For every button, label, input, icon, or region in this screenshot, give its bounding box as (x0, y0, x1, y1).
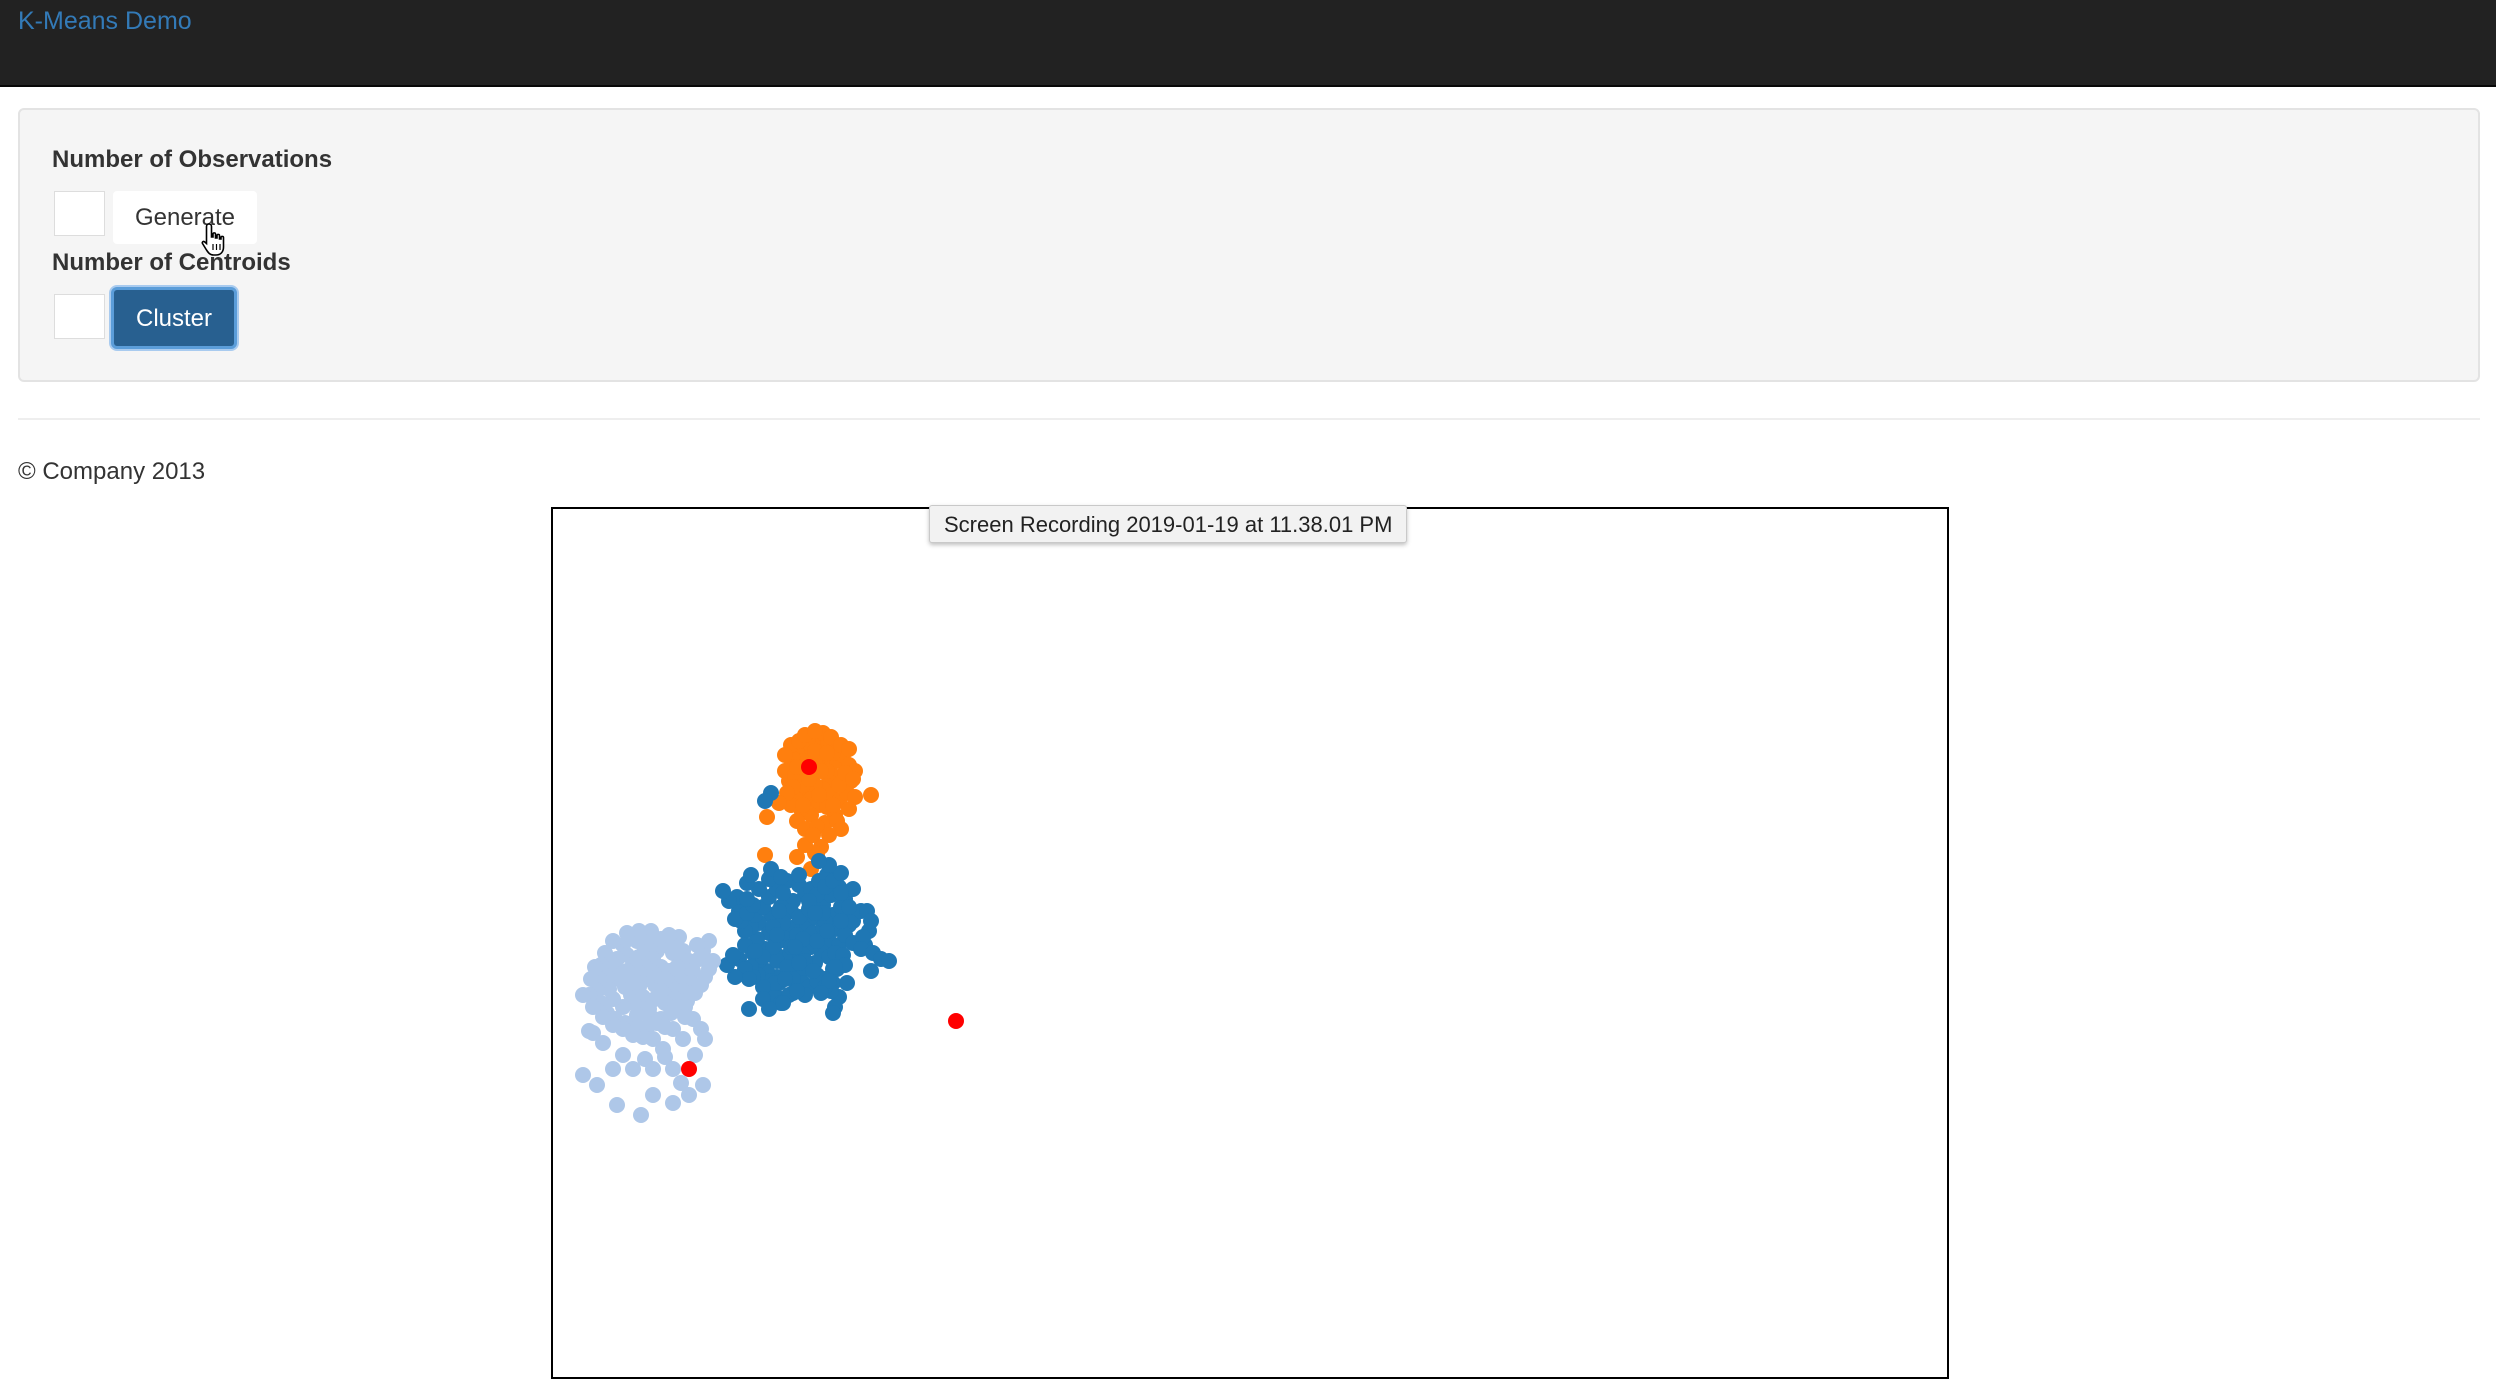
data-point (687, 1047, 703, 1063)
data-point (787, 939, 803, 955)
data-point (811, 853, 827, 869)
data-point (697, 1031, 713, 1047)
divider (18, 418, 2480, 420)
data-point (813, 985, 829, 1001)
data-point (675, 1031, 691, 1047)
data-point (791, 867, 807, 883)
data-point (839, 975, 855, 991)
footer-copyright: © Company 2013 (18, 458, 206, 485)
navbar: K-Means Demo (0, 0, 2496, 87)
data-point (637, 1051, 653, 1067)
data-point (833, 913, 849, 929)
data-point (739, 891, 755, 907)
data-point (759, 809, 775, 825)
data-point (619, 963, 635, 979)
data-point (777, 971, 793, 987)
data-point (581, 1023, 597, 1039)
data-point (595, 1035, 611, 1051)
data-point (695, 1077, 711, 1093)
data-point (633, 1107, 649, 1123)
data-point (725, 947, 741, 963)
data-point (811, 787, 827, 803)
data-point (757, 847, 773, 863)
data-point (777, 747, 793, 763)
data-point (825, 797, 841, 813)
data-point (775, 885, 791, 901)
data-point (741, 971, 757, 987)
centroid-point (801, 759, 817, 775)
data-point (841, 741, 857, 757)
data-point (773, 869, 789, 885)
data-point (665, 1095, 681, 1111)
data-point (795, 797, 811, 813)
data-point (747, 943, 763, 959)
data-point (677, 1009, 693, 1025)
data-point (619, 925, 635, 941)
observations-label: Number of Observations (52, 146, 333, 173)
data-point (615, 1047, 631, 1063)
data-point (757, 793, 773, 809)
data-point (771, 903, 787, 919)
kmeans-scatter-plot (551, 507, 1949, 1379)
data-point (833, 885, 849, 901)
data-point (863, 787, 879, 803)
data-point (807, 905, 823, 921)
data-point (575, 1067, 591, 1083)
data-point (845, 771, 861, 787)
data-point (645, 1087, 661, 1103)
data-point (769, 927, 785, 943)
data-point (881, 953, 897, 969)
data-point (705, 953, 721, 969)
data-point (789, 983, 805, 999)
observations-input[interactable] (54, 191, 105, 236)
data-point (575, 987, 591, 1003)
data-point (819, 923, 835, 939)
data-point (827, 959, 843, 975)
control-panel (18, 108, 2480, 382)
data-point (863, 913, 879, 929)
data-point (661, 927, 677, 943)
data-point (841, 899, 857, 915)
data-point (665, 1061, 681, 1077)
centroid-point (948, 1013, 964, 1029)
centroids-input[interactable] (54, 294, 105, 339)
data-point (805, 963, 821, 979)
data-point (741, 1001, 757, 1017)
data-point (841, 801, 857, 817)
data-point (681, 1087, 697, 1103)
data-point (825, 1005, 841, 1021)
data-point (587, 959, 603, 975)
data-point (791, 955, 807, 971)
data-point (715, 883, 731, 899)
centroid-point (681, 1061, 697, 1077)
data-point (655, 1041, 671, 1057)
data-point (807, 723, 823, 739)
data-point (761, 1001, 777, 1017)
data-point (629, 1007, 645, 1023)
recording-tooltip: Screen Recording 2019-01-19 at 11.38.01 … (929, 505, 1408, 543)
data-point (605, 1061, 621, 1077)
generate-button[interactable]: Generate (113, 191, 257, 244)
centroids-label: Number of Centroids (52, 249, 291, 276)
cluster-button[interactable]: Cluster (111, 287, 237, 349)
data-point (775, 995, 791, 1011)
data-point (653, 983, 669, 999)
hand-pointer-cursor-icon (201, 223, 225, 256)
data-point (819, 745, 835, 761)
data-point (805, 827, 821, 843)
brand-link[interactable]: K-Means Demo (18, 6, 192, 36)
data-point (863, 963, 879, 979)
data-point (609, 1097, 625, 1113)
data-point (589, 1077, 605, 1093)
data-point (743, 867, 759, 883)
scatter-svg (575, 723, 964, 1123)
data-point (669, 959, 685, 975)
data-point (689, 937, 705, 953)
